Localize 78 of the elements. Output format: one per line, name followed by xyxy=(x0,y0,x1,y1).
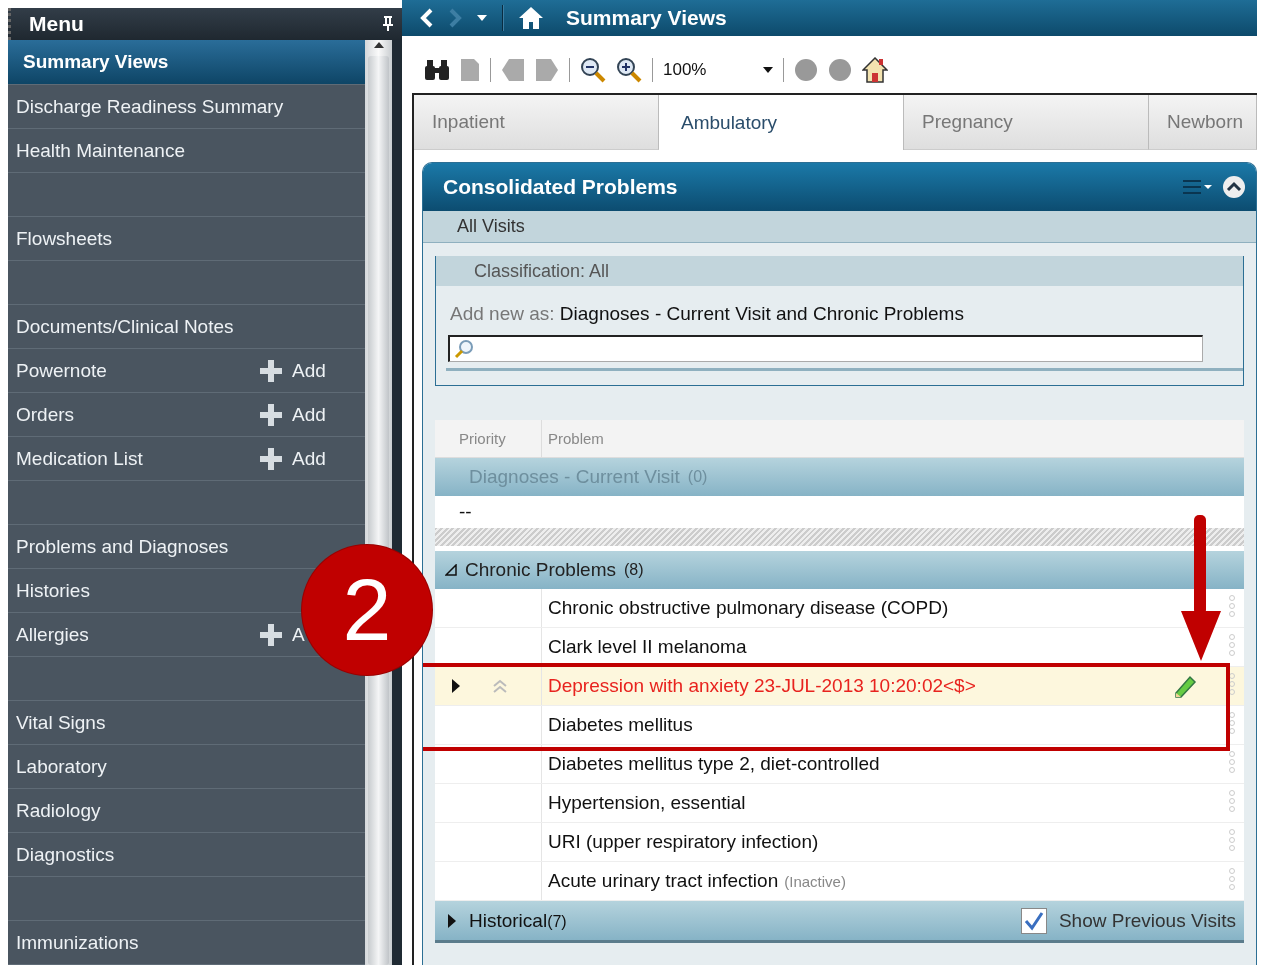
expanded-triangle-icon[interactable] xyxy=(445,564,457,576)
problem-name: Chronic obstructive pulmonary disease (COPD) xyxy=(548,597,949,619)
sidebar-item[interactable]: Discharge Readiness Summary xyxy=(16,95,284,117)
binoculars-icon[interactable] xyxy=(424,59,450,81)
group-header[interactable]: Chronic Problems (8) xyxy=(435,551,1244,589)
panel-title: Consolidated Problems xyxy=(443,175,679,199)
add-link[interactable]: Add xyxy=(292,447,326,470)
sidebar-item[interactable]: Diagnostics xyxy=(16,843,115,865)
sidebar-item[interactable]: Allergies xyxy=(16,623,89,645)
sidebar-item[interactable]: Flowsheets xyxy=(16,227,113,249)
search-icon xyxy=(454,339,474,359)
home-icon[interactable] xyxy=(862,57,888,83)
zoom-value: 100% xyxy=(663,60,707,80)
plus-icon[interactable] xyxy=(260,403,282,426)
problem-row[interactable]: Diabetes mellitus type 2, diet-controlled xyxy=(435,745,1244,784)
sidebar-item[interactable]: Medication List xyxy=(16,447,143,469)
checkbox[interactable] xyxy=(1020,907,1047,934)
group-count: (8) xyxy=(624,561,644,579)
search-field[interactable] xyxy=(448,335,1203,362)
circle-icon[interactable] xyxy=(828,58,852,82)
group-title: Diagnoses - Current Visit xyxy=(469,466,680,488)
zoom-dropdown[interactable]: 100% xyxy=(663,60,773,80)
tab[interactable]: Newborn xyxy=(1149,95,1257,150)
problem-name: Diabetes mellitus type 2, diet-controlled xyxy=(548,753,880,775)
tab[interactable]: Pregnancy xyxy=(904,95,1149,150)
problem-row[interactable]: Depression with anxiety 23-JUL-2013 10:20:02<$> xyxy=(435,667,1244,706)
plus-icon[interactable] xyxy=(260,447,282,470)
zoom-in-icon[interactable] xyxy=(616,57,642,83)
problem-name: Diabetes mellitus xyxy=(548,714,693,736)
problem-row[interactable]: Hypertension, essential xyxy=(435,784,1244,823)
problem-name: Acute urinary tract infection xyxy=(548,870,779,892)
expand-arrow-icon[interactable] xyxy=(451,678,461,694)
home-icon[interactable] xyxy=(518,6,544,30)
pin-icon[interactable] xyxy=(382,16,394,32)
dropdown-icon[interactable] xyxy=(763,67,773,73)
sidebar-item[interactable]: Summary Views xyxy=(8,40,365,85)
sidebar-item[interactable]: Health Maintenance xyxy=(16,139,185,161)
problem-row[interactable]: Diabetes mellitus xyxy=(435,706,1244,745)
sidebar-item[interactable]: Radiology xyxy=(16,799,101,821)
menu-title: Menu xyxy=(29,12,84,36)
problem-status: (Inactive) xyxy=(784,872,846,890)
sidebar-item[interactable]: Laboratory xyxy=(16,755,107,777)
sidebar-item[interactable]: Problems and Diagnoses xyxy=(16,535,229,557)
checkmark-icon xyxy=(1023,910,1044,931)
sidebar-item[interactable]: Histories xyxy=(16,579,90,601)
problem-name: URI (upper respiratory infection) xyxy=(548,831,819,853)
add-link[interactable]: Add xyxy=(292,359,326,382)
group-title: Historical(7) xyxy=(469,909,568,932)
problem-row[interactable]: URI (upper respiratory infection) xyxy=(435,823,1244,862)
back-icon[interactable] xyxy=(420,8,434,28)
group-title: Chronic Problems xyxy=(465,559,616,581)
group-header[interactable]: Historical(7) Show Previous Visits xyxy=(435,901,1244,943)
zoom-out-icon[interactable] xyxy=(580,57,606,83)
filter-bar[interactable]: All Visits xyxy=(423,211,1256,243)
sidebar-item[interactable]: Documents/Clinical Notes xyxy=(16,315,234,337)
problem-name: Depression with anxiety 23-JUL-2013 10:20:02<$> xyxy=(548,675,976,697)
add-link[interactable]: Add xyxy=(292,403,326,426)
sidebar-item[interactable]: Orders xyxy=(16,403,75,425)
sidebar-item[interactable]: Immunizations xyxy=(16,931,139,953)
sidebar-item[interactable]: Powernote xyxy=(16,359,107,381)
sidebar-item[interactable]: Vital Signs xyxy=(16,711,106,733)
priority-up-icon xyxy=(493,679,507,693)
add-new-as-text: Add new as: Diagnoses - Current Visit and Chronic Problems xyxy=(449,302,965,325)
pencil-icon[interactable] xyxy=(1172,673,1198,699)
checkbox-label: Show Previous Visits xyxy=(1058,909,1236,932)
collapsed-triangle-icon[interactable] xyxy=(447,912,457,929)
classification-bar[interactable]: Classification: All xyxy=(436,256,1243,286)
dropdown-icon[interactable] xyxy=(476,14,488,22)
collapse-icon[interactable] xyxy=(1222,175,1246,199)
circle-icon[interactable] xyxy=(794,58,818,82)
empty-value: -- xyxy=(459,501,472,523)
problem-name: Hypertension, essential xyxy=(548,792,746,814)
menu-icon[interactable] xyxy=(1182,179,1212,195)
plus-icon[interactable] xyxy=(260,623,282,646)
view-title: Summary Views xyxy=(566,6,727,30)
plus-icon[interactable] xyxy=(260,359,282,382)
problem-name: Clark level II melanoma xyxy=(548,636,747,658)
tab[interactable]: Inpatient xyxy=(414,95,659,150)
